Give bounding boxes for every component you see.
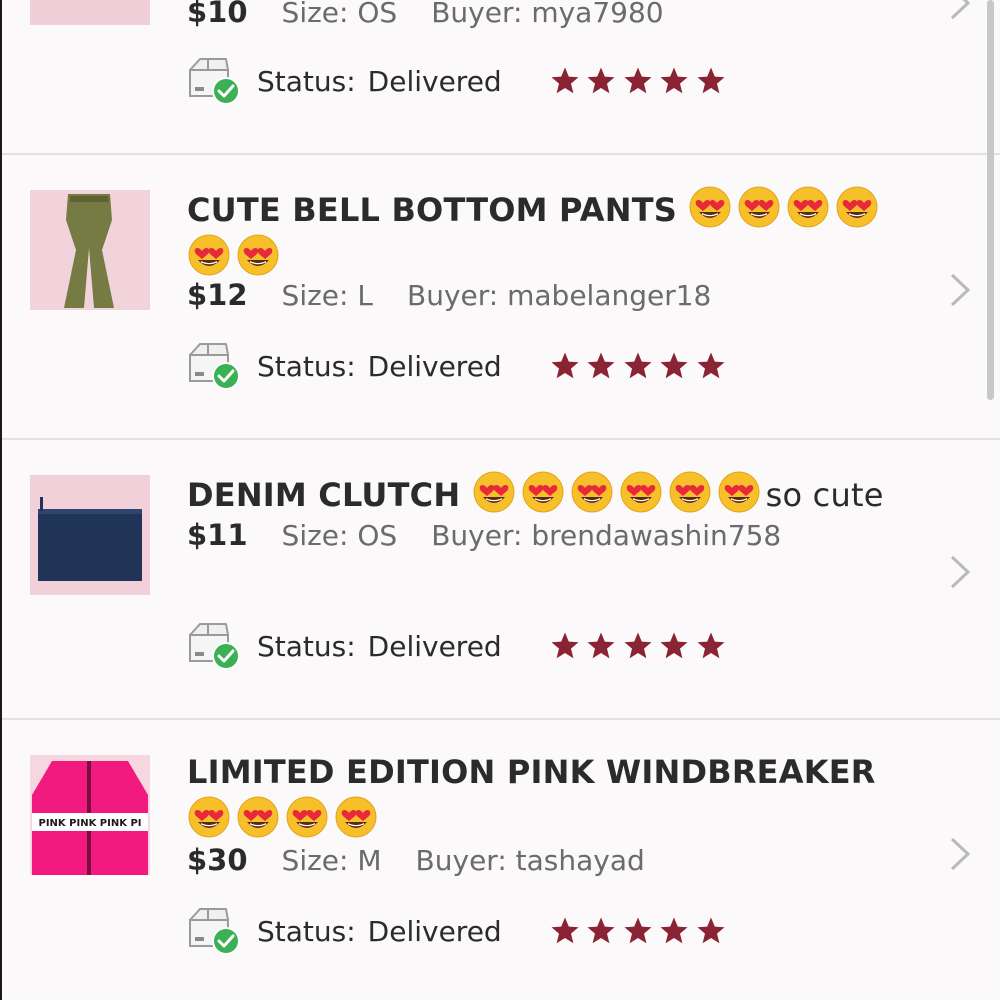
buyer: Buyer: mabelanger18	[406, 279, 712, 312]
heart-eyes-emoji	[571, 471, 613, 513]
status-row: Status: Delivered	[187, 621, 732, 671]
item-thumbnail	[30, 475, 150, 595]
heart-eyes-emoji	[286, 796, 328, 838]
size: Size: OS	[281, 0, 398, 29]
status-value: Delivered	[367, 64, 502, 98]
heart-eyes-emoji	[689, 186, 731, 228]
item-thumbnail	[30, 190, 150, 310]
status-label: Status:	[257, 914, 356, 948]
buyer: Buyer: tashayad	[415, 844, 645, 877]
star-icon	[660, 352, 688, 379]
heart-eyes-emoji	[237, 796, 279, 838]
price: $30	[187, 843, 248, 877]
order-meta: $11 Size: OS Buyer: brendawashin758	[187, 518, 815, 552]
heart-eyes-emoji	[738, 186, 780, 228]
order-row[interactable]: CUTE BELL BOTTOM PANTS $12 Size: L Buyer: …	[0, 155, 1000, 440]
heart-eyes-emoji	[335, 796, 377, 838]
star-icon	[697, 917, 725, 944]
status-label: Status:	[257, 349, 356, 383]
star-icon	[697, 67, 725, 94]
item-title: DENIM CLUTCH so cute	[187, 470, 917, 518]
star-icon	[624, 917, 652, 944]
item-thumbnail: PINK PINK PINK PI	[30, 755, 150, 875]
size: Size: L	[281, 279, 373, 312]
delivered-package-icon	[187, 56, 245, 106]
star-icon	[551, 917, 579, 944]
status-row: Status: Delivered	[187, 906, 732, 956]
status-row: Status: Delivered	[187, 56, 732, 106]
order-meta: $12 Size: L Buyer: mabelanger18	[187, 278, 745, 312]
title-note: so cute	[765, 476, 884, 514]
status-row: Status: Delivered	[187, 341, 732, 391]
rating-stars	[550, 351, 733, 381]
buyer: Buyer: brendawashin758	[431, 519, 782, 552]
size: Size: M	[281, 844, 382, 877]
heart-eyes-emoji	[669, 471, 711, 513]
heart-eyes-emoji	[787, 186, 829, 228]
rating-stars	[550, 916, 733, 946]
item-title: LIMITED EDITION PINK WINDBREAKER	[187, 750, 917, 843]
price: $12	[187, 278, 248, 312]
heart-eyes-emoji	[237, 234, 279, 276]
star-icon	[660, 917, 688, 944]
status-value: Delivered	[367, 349, 502, 383]
heart-eyes-emoji	[836, 186, 878, 228]
chevron-right-icon[interactable]	[948, 554, 972, 590]
screen-edge	[0, 0, 2, 1000]
rating-stars	[550, 66, 733, 96]
star-icon	[551, 67, 579, 94]
star-icon	[624, 352, 652, 379]
heart-eyes-emoji	[620, 471, 662, 513]
item-thumbnail	[30, 0, 150, 25]
star-icon	[697, 632, 725, 659]
thumb-print: PINK PINK PINK PI	[39, 818, 142, 829]
price: $11	[187, 518, 248, 552]
status-value: Delivered	[367, 914, 502, 948]
star-icon	[587, 67, 615, 94]
heart-eyes-emoji	[718, 471, 760, 513]
order-row[interactable]: $10 Size: OS Buyer: mya7980 Status: Delive…	[0, 0, 1000, 155]
rating-stars	[550, 631, 733, 661]
chevron-right-icon[interactable]	[948, 0, 972, 21]
scrollbar[interactable]	[987, 0, 994, 400]
star-icon	[697, 352, 725, 379]
star-icon	[624, 67, 652, 94]
star-icon	[587, 917, 615, 944]
heart-eyes-emoji	[188, 234, 230, 276]
chevron-right-icon[interactable]	[948, 272, 972, 308]
star-icon	[660, 67, 688, 94]
order-row[interactable]: DENIM CLUTCH so cute $11 Size: OS Buyer: b…	[0, 440, 1000, 720]
order-row[interactable]: PINK PINK PINK PI LIMITED EDITION PINK W…	[0, 720, 1000, 1000]
buyer: Buyer: mya7980	[431, 0, 664, 29]
heart-eyes-emoji	[522, 471, 564, 513]
status-label: Status:	[257, 629, 356, 663]
heart-eyes-emoji	[188, 796, 230, 838]
item-title: CUTE BELL BOTTOM PANTS	[187, 185, 917, 281]
sold-orders-screen: $10 Size: OS Buyer: mya7980 Status: Delive…	[0, 0, 1000, 1000]
star-icon	[624, 632, 652, 659]
heart-eyes-emoji	[473, 471, 515, 513]
star-icon	[551, 352, 579, 379]
status-label: Status:	[257, 64, 356, 98]
delivered-package-icon	[187, 906, 245, 956]
delivered-package-icon	[187, 621, 245, 671]
delivered-package-icon	[187, 341, 245, 391]
order-meta: $30 Size: M Buyer: tashayad	[187, 843, 679, 877]
chevron-right-icon[interactable]	[948, 836, 972, 872]
star-icon	[587, 352, 615, 379]
status-value: Delivered	[367, 629, 502, 663]
size: Size: OS	[281, 519, 398, 552]
order-meta: $10 Size: OS Buyer: mya7980	[187, 0, 698, 29]
star-icon	[660, 632, 688, 659]
star-icon	[551, 632, 579, 659]
star-icon	[587, 632, 615, 659]
price: $10	[187, 0, 248, 29]
